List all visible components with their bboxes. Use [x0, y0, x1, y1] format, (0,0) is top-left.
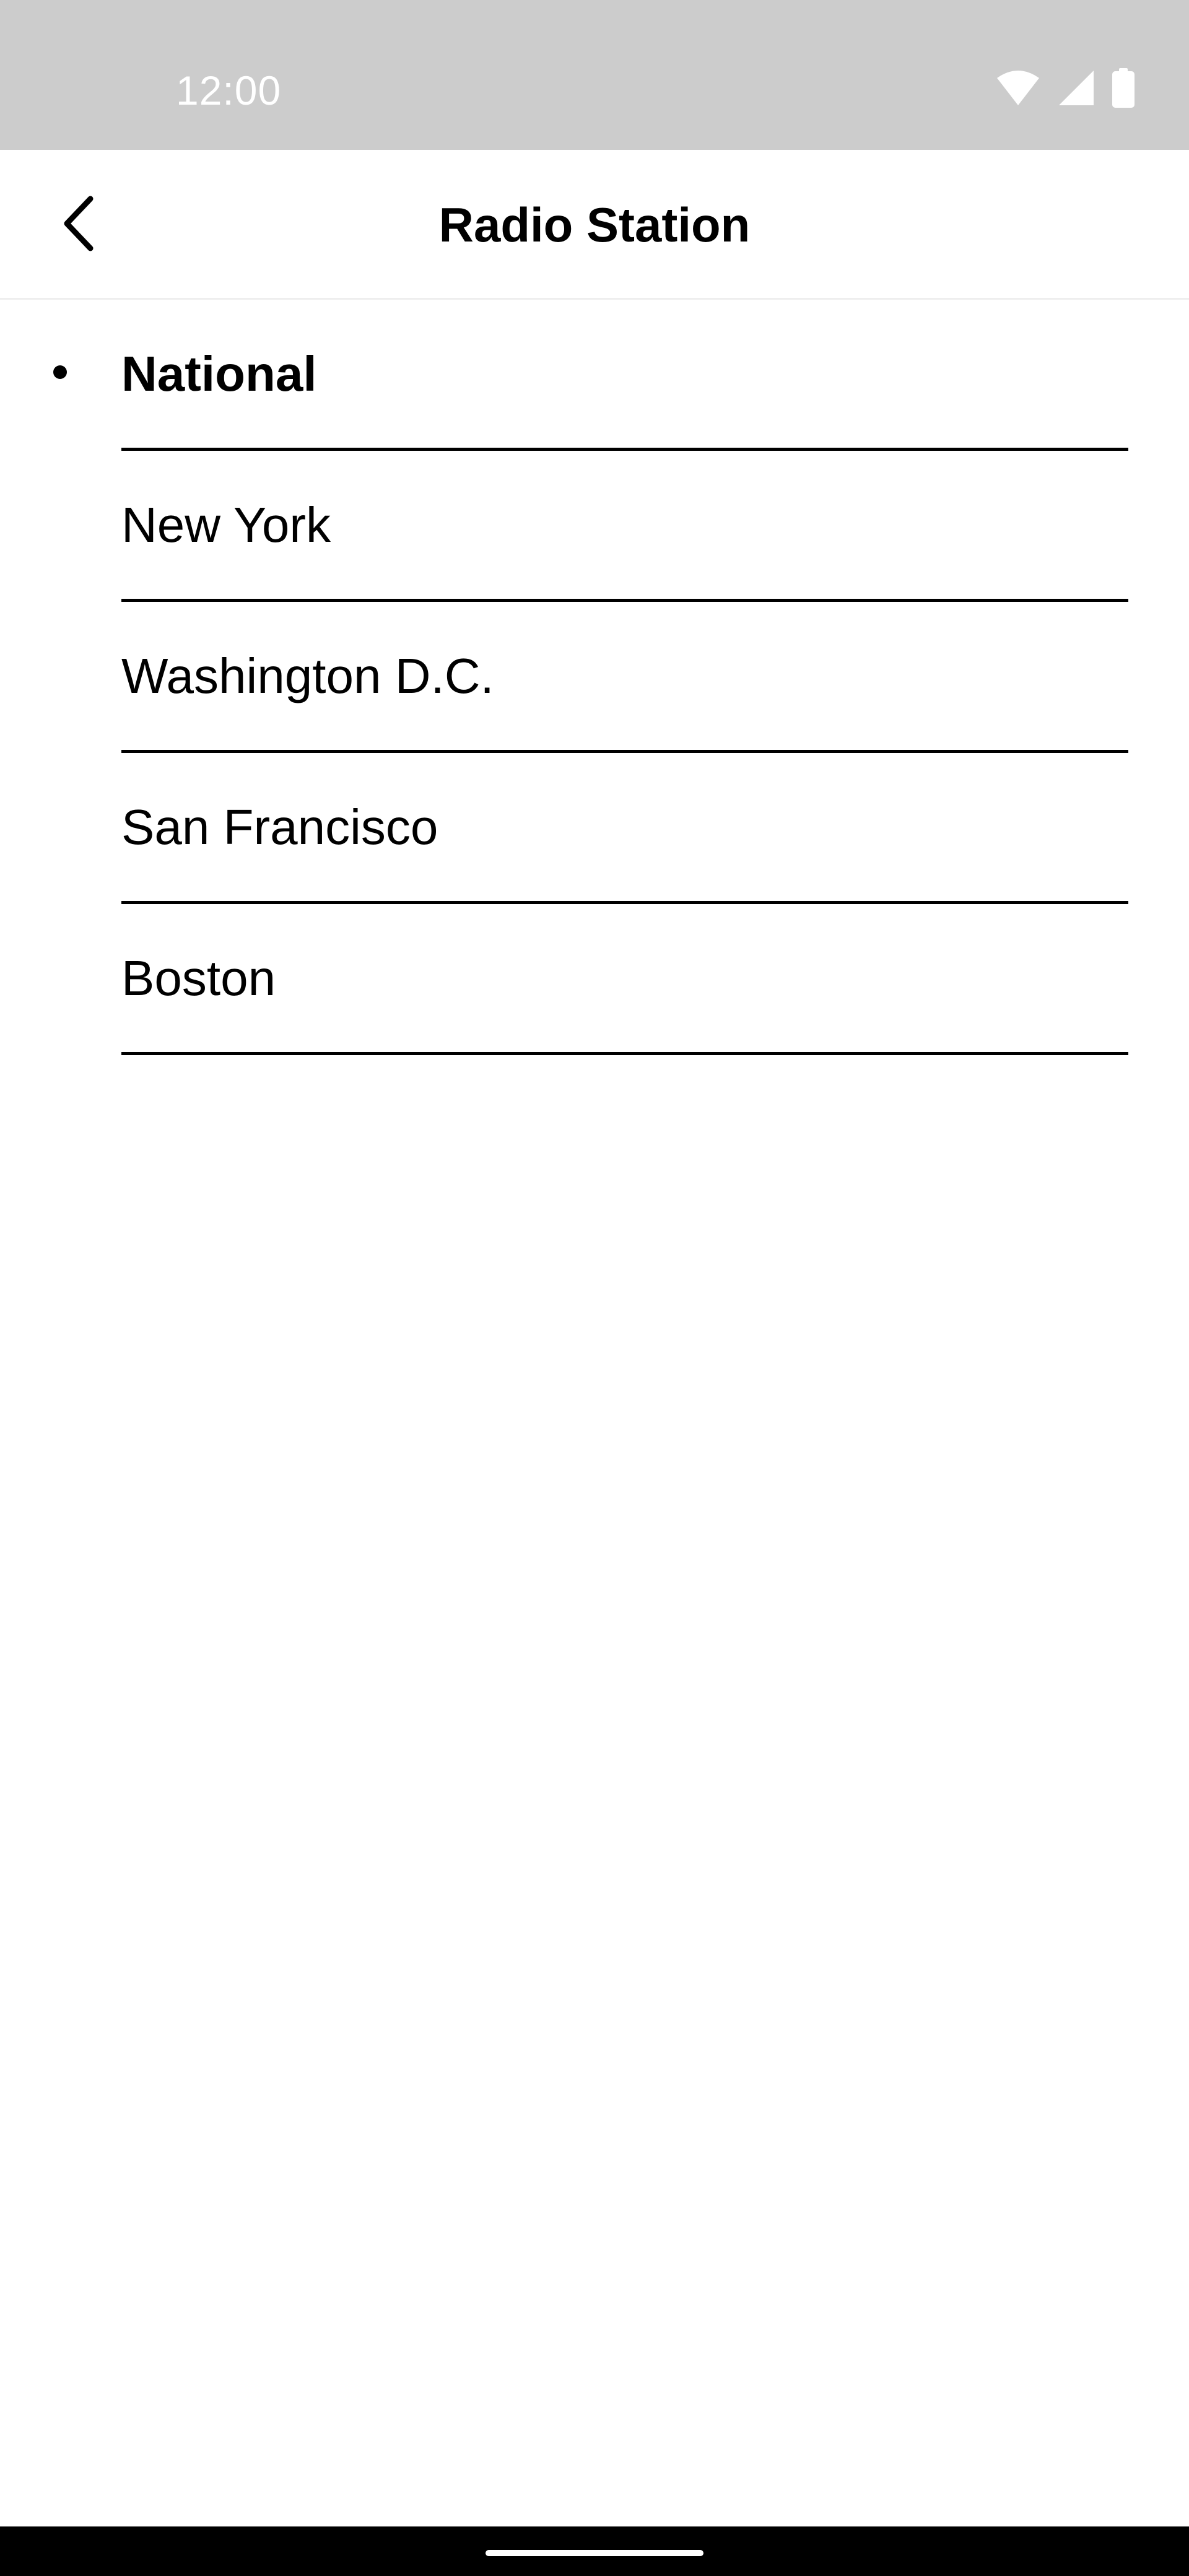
signal-icon: [1058, 69, 1095, 107]
station-label: New York: [121, 497, 331, 552]
station-item-washington-dc[interactable]: Washington D.C.: [0, 602, 1189, 753]
station-item-boston[interactable]: Boston: [0, 904, 1189, 1055]
page-title: Radio Station: [438, 198, 751, 252]
app-bar: Radio Station: [0, 150, 1189, 300]
screen: 12:00 Radio Station National New York Wa…: [0, 0, 1189, 2576]
station-label: Washington D.C.: [121, 648, 494, 703]
station-item-san-francisco[interactable]: San Francisco: [0, 753, 1189, 904]
station-label: San Francisco: [121, 799, 438, 855]
station-list: National New York Washington D.C. San Fr…: [0, 300, 1189, 1055]
divider: [121, 1052, 1128, 1055]
station-item-national[interactable]: National: [0, 300, 1189, 451]
home-gesture-handle[interactable]: [486, 2550, 703, 2556]
selected-bullet-icon: [53, 365, 67, 379]
battery-icon: [1112, 68, 1135, 108]
station-item-new-york[interactable]: New York: [0, 451, 1189, 602]
navigation-bar: [0, 2526, 1189, 2576]
status-bar: 12:00: [0, 0, 1189, 150]
status-icons: [996, 68, 1135, 108]
station-label: National: [121, 346, 317, 401]
status-time: 12:00: [176, 67, 282, 113]
station-label: Boston: [121, 951, 276, 1006]
wifi-icon: [996, 69, 1040, 107]
